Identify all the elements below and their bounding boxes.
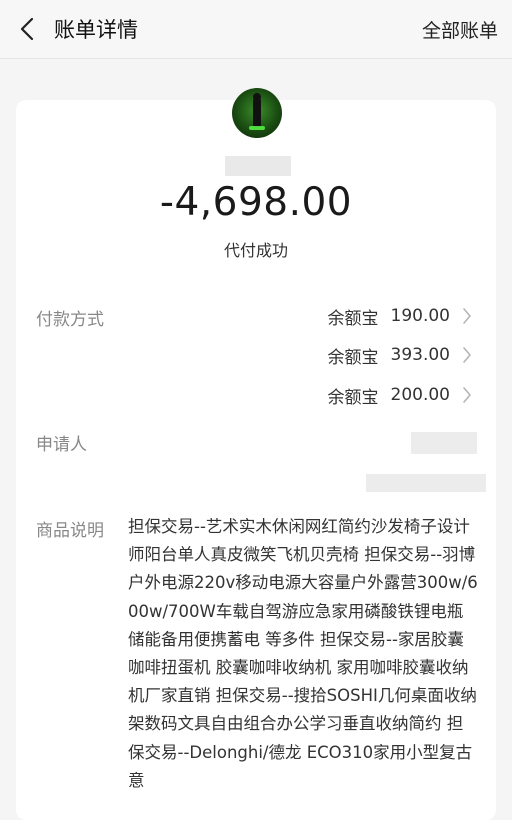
bill-amount: -4,698.00	[159, 180, 353, 225]
applicant-label: 申请人	[36, 435, 87, 455]
payment-method-amount: 200.00	[390, 385, 450, 405]
header-bar: 账单详情 全部账单	[0, 0, 512, 59]
avatar	[232, 88, 282, 138]
applicant-account-redacted	[366, 474, 486, 492]
chevron-right-icon	[462, 386, 476, 404]
payment-method-name: 余额宝	[327, 347, 379, 368]
applicant-name-redacted	[411, 432, 477, 454]
payment-method-name: 余额宝	[327, 387, 379, 408]
chevron-left-icon[interactable]	[14, 15, 40, 43]
payment-method-amount: 393.00	[390, 345, 450, 365]
payment-method-label: 付款方式	[36, 310, 104, 330]
payment-method-amount: 190.00	[390, 306, 450, 326]
payee-name-redacted	[225, 156, 291, 176]
all-bills-link[interactable]: 全部账单	[422, 16, 498, 43]
chevron-right-icon	[462, 307, 476, 325]
chevron-right-icon	[462, 346, 476, 364]
page-title: 账单详情	[54, 18, 138, 42]
payment-method-row[interactable]: 余额宝 393.00	[327, 343, 476, 368]
bill-status: 代付成功	[223, 241, 288, 260]
payment-method-row[interactable]: 余额宝 190.00	[327, 304, 476, 329]
avatar-glow	[249, 126, 265, 130]
payment-method-name: 余额宝	[327, 308, 379, 329]
product-description: 担保交易--艺术实木休闲网红简约沙发椅子设计师阳台单人真皮微笑飞机贝壳椅 担保交…	[128, 517, 478, 790]
avatar-figure-body	[253, 97, 261, 127]
payment-method-row[interactable]: 余额宝 200.00	[327, 383, 476, 408]
product-description-label: 商品说明	[36, 521, 104, 541]
